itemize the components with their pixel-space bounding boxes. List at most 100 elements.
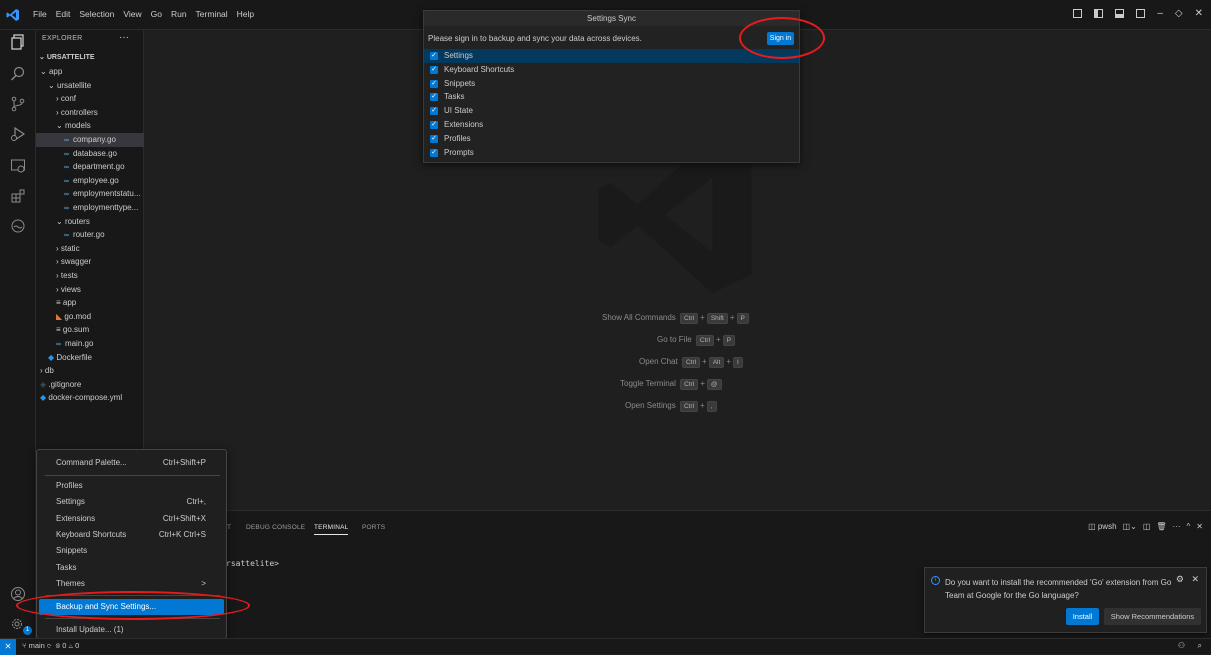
tree-item[interactable]: › views bbox=[36, 283, 144, 297]
source-control-icon[interactable] bbox=[10, 96, 26, 112]
tree-item[interactable]: ∞ company.go bbox=[36, 133, 144, 147]
trash-icon[interactable]: 🗑 bbox=[1156, 522, 1166, 531]
menu-file[interactable]: File bbox=[33, 9, 47, 19]
tree-item[interactable]: ∞ department.go bbox=[36, 160, 144, 174]
tab-terminal[interactable]: TERMINAL bbox=[314, 524, 349, 535]
tree-item[interactable]: ⌄ app bbox=[36, 65, 144, 79]
tree-item[interactable]: ⌄ ursatellite bbox=[36, 79, 144, 93]
more-icon[interactable]: ··· bbox=[1173, 522, 1181, 531]
checkbox-checked-icon[interactable]: ✓ bbox=[430, 52, 438, 60]
checkbox-checked-icon[interactable]: ✓ bbox=[430, 121, 438, 129]
checkbox-checked-icon[interactable]: ✓ bbox=[430, 134, 438, 143]
menu-terminal[interactable]: Terminal bbox=[196, 9, 228, 19]
menu-run[interactable]: Run bbox=[171, 9, 187, 19]
maximize-panel-icon[interactable]: ^ bbox=[1187, 522, 1191, 531]
status-branch[interactable]: ⑂ main ⟳ ⊗ 0 △ 0 bbox=[22, 641, 79, 650]
tree-item[interactable]: ⌄ models bbox=[36, 119, 144, 133]
menu-item-snippets[interactable]: Snippets bbox=[39, 543, 224, 559]
tab-debug-console[interactable]: DEBUG CONSOLE bbox=[246, 524, 305, 531]
tab-output[interactable]: T bbox=[227, 524, 231, 531]
tree-item[interactable]: › tests bbox=[36, 269, 144, 283]
sync-option-snippets[interactable]: ✓ Snippets bbox=[424, 77, 799, 91]
tree-item[interactable]: ≡ go.sum bbox=[36, 323, 144, 337]
menu-view[interactable]: View bbox=[123, 9, 141, 19]
remote-indicator-icon[interactable]: ⨯ bbox=[0, 639, 16, 655]
checkbox-checked-icon[interactable]: ✓ bbox=[430, 148, 438, 157]
menu-go[interactable]: Go bbox=[151, 9, 162, 19]
search-icon[interactable] bbox=[10, 66, 26, 82]
menu-item-command-palette[interactable]: Command Palette... Ctrl+Shift+P bbox=[39, 455, 224, 471]
notifications-bell-icon[interactable]: ⌕ bbox=[1198, 641, 1202, 651]
tree-item[interactable]: ∞ router.go bbox=[36, 228, 144, 242]
workspace-root[interactable]: ⌄ URSATTELITE bbox=[36, 51, 144, 65]
split-terminal-icon[interactable]: ◫⌄ bbox=[1123, 522, 1137, 531]
menu-item-tasks[interactable]: Tasks bbox=[39, 560, 224, 576]
tree-item[interactable]: ≡ app bbox=[36, 296, 144, 310]
tree-item[interactable]: › conf bbox=[36, 92, 144, 106]
explorer-more-icon[interactable]: ··· bbox=[119, 32, 129, 43]
restore-icon[interactable]: ◇ bbox=[1175, 8, 1183, 19]
tree-item[interactable]: ⌄ routers bbox=[36, 215, 144, 229]
menu-item-label: Extensions bbox=[56, 514, 96, 523]
toggle-panel-icon[interactable] bbox=[1115, 9, 1125, 18]
sync-option-keyboard-shortcuts[interactable]: ✓ Keyboard Shortcuts bbox=[424, 63, 799, 77]
tree-item[interactable]: ◈ .gitignore bbox=[36, 378, 144, 392]
tree-item[interactable]: › db bbox=[36, 364, 144, 378]
go-extension-icon[interactable] bbox=[10, 218, 26, 234]
menu-item-themes[interactable]: Themes > bbox=[39, 576, 224, 592]
toggle-secondary-sidebar-icon[interactable] bbox=[1136, 9, 1146, 18]
install-button[interactable]: Install bbox=[1066, 608, 1099, 625]
checkbox-checked-icon[interactable]: ✓ bbox=[430, 79, 438, 88]
tree-item[interactable]: ∞ main.go bbox=[36, 337, 144, 351]
toggle-primary-sidebar-icon[interactable] bbox=[1094, 9, 1104, 18]
run-debug-icon[interactable] bbox=[10, 126, 26, 142]
menu-item-settings[interactable]: Settings Ctrl+, bbox=[39, 494, 224, 510]
tree-item[interactable]: ∞ employmentstatu... bbox=[36, 187, 144, 201]
sync-option-profiles[interactable]: ✓ Profiles bbox=[424, 132, 799, 146]
sync-option-tasks[interactable]: ✓ Tasks bbox=[424, 90, 799, 104]
menu-help[interactable]: Help bbox=[237, 9, 254, 19]
menu-edit[interactable]: Edit bbox=[56, 9, 71, 19]
tree-item[interactable]: ◆ docker-compose.yml bbox=[36, 391, 144, 405]
tree-item[interactable]: ∞ employmenttype... bbox=[36, 201, 144, 215]
tree-item[interactable]: ∞ database.go bbox=[36, 147, 144, 161]
close-panel-icon[interactable]: ✕ bbox=[1196, 522, 1203, 531]
menu-item-keyboard-shortcuts[interactable]: Keyboard Shortcuts Ctrl+K Ctrl+S bbox=[39, 527, 224, 543]
tree-item[interactable]: ∞ employee.go bbox=[36, 174, 144, 188]
menu-item-install-update[interactable]: Install Update... (1) bbox=[39, 622, 224, 638]
close-icon[interactable]: ✕ bbox=[1195, 8, 1203, 19]
copilot-icon[interactable]: ⚇ bbox=[1178, 641, 1185, 650]
terminal-shell-icon[interactable]: ◫ pwsh bbox=[1088, 522, 1116, 531]
terminal-prompt[interactable]: rsattelite> bbox=[226, 559, 279, 568]
sync-option-ui-state[interactable]: ✓ UI State bbox=[424, 104, 799, 118]
tab-ports[interactable]: PORTS bbox=[362, 524, 385, 531]
sync-option-extensions[interactable]: ✓ Extensions bbox=[424, 118, 799, 132]
remote-explorer-icon[interactable] bbox=[10, 158, 26, 174]
checkbox-checked-icon[interactable]: ✓ bbox=[430, 107, 438, 116]
sync-option-prompts[interactable]: ✓ Prompts bbox=[424, 146, 799, 160]
menu-item-profiles[interactable]: Profiles bbox=[39, 478, 224, 494]
checkbox-checked-icon[interactable]: ✓ bbox=[430, 65, 438, 74]
customize-layout-icon[interactable] bbox=[1073, 9, 1083, 18]
go-file-icon: ∞ bbox=[64, 164, 71, 172]
tree-item[interactable]: ◆ Dockerfile bbox=[36, 351, 144, 365]
menu-item-label: Profiles bbox=[56, 481, 83, 490]
gear-icon[interactable]: ⚙ bbox=[1176, 574, 1184, 585]
menu-item-extensions[interactable]: Extensions Ctrl+Shift+X bbox=[39, 511, 224, 527]
file-icon: ≡ bbox=[56, 325, 63, 335]
tree-item[interactable]: › static bbox=[36, 242, 144, 256]
tree-item[interactable]: › swagger bbox=[36, 255, 144, 269]
explorer-icon[interactable] bbox=[10, 34, 26, 50]
tree-item-label: go.mod bbox=[64, 311, 92, 321]
sync-option-settings[interactable]: ✓ Settings bbox=[424, 49, 799, 63]
tree-item[interactable]: › controllers bbox=[36, 106, 144, 120]
show-recommendations-button[interactable]: Show Recommendations bbox=[1104, 608, 1201, 625]
checkbox-checked-icon[interactable]: ✓ bbox=[430, 93, 438, 102]
sync-icon[interactable]: ⟳ bbox=[47, 641, 54, 650]
split-icon[interactable]: ◫ bbox=[1143, 522, 1151, 531]
minimize-icon[interactable]: – bbox=[1157, 8, 1163, 19]
close-notification-icon[interactable]: ✕ bbox=[1191, 574, 1199, 585]
menu-selection[interactable]: Selection bbox=[79, 9, 114, 19]
tree-item[interactable]: ◣ go.mod bbox=[36, 310, 144, 324]
extensions-icon[interactable] bbox=[10, 188, 26, 204]
